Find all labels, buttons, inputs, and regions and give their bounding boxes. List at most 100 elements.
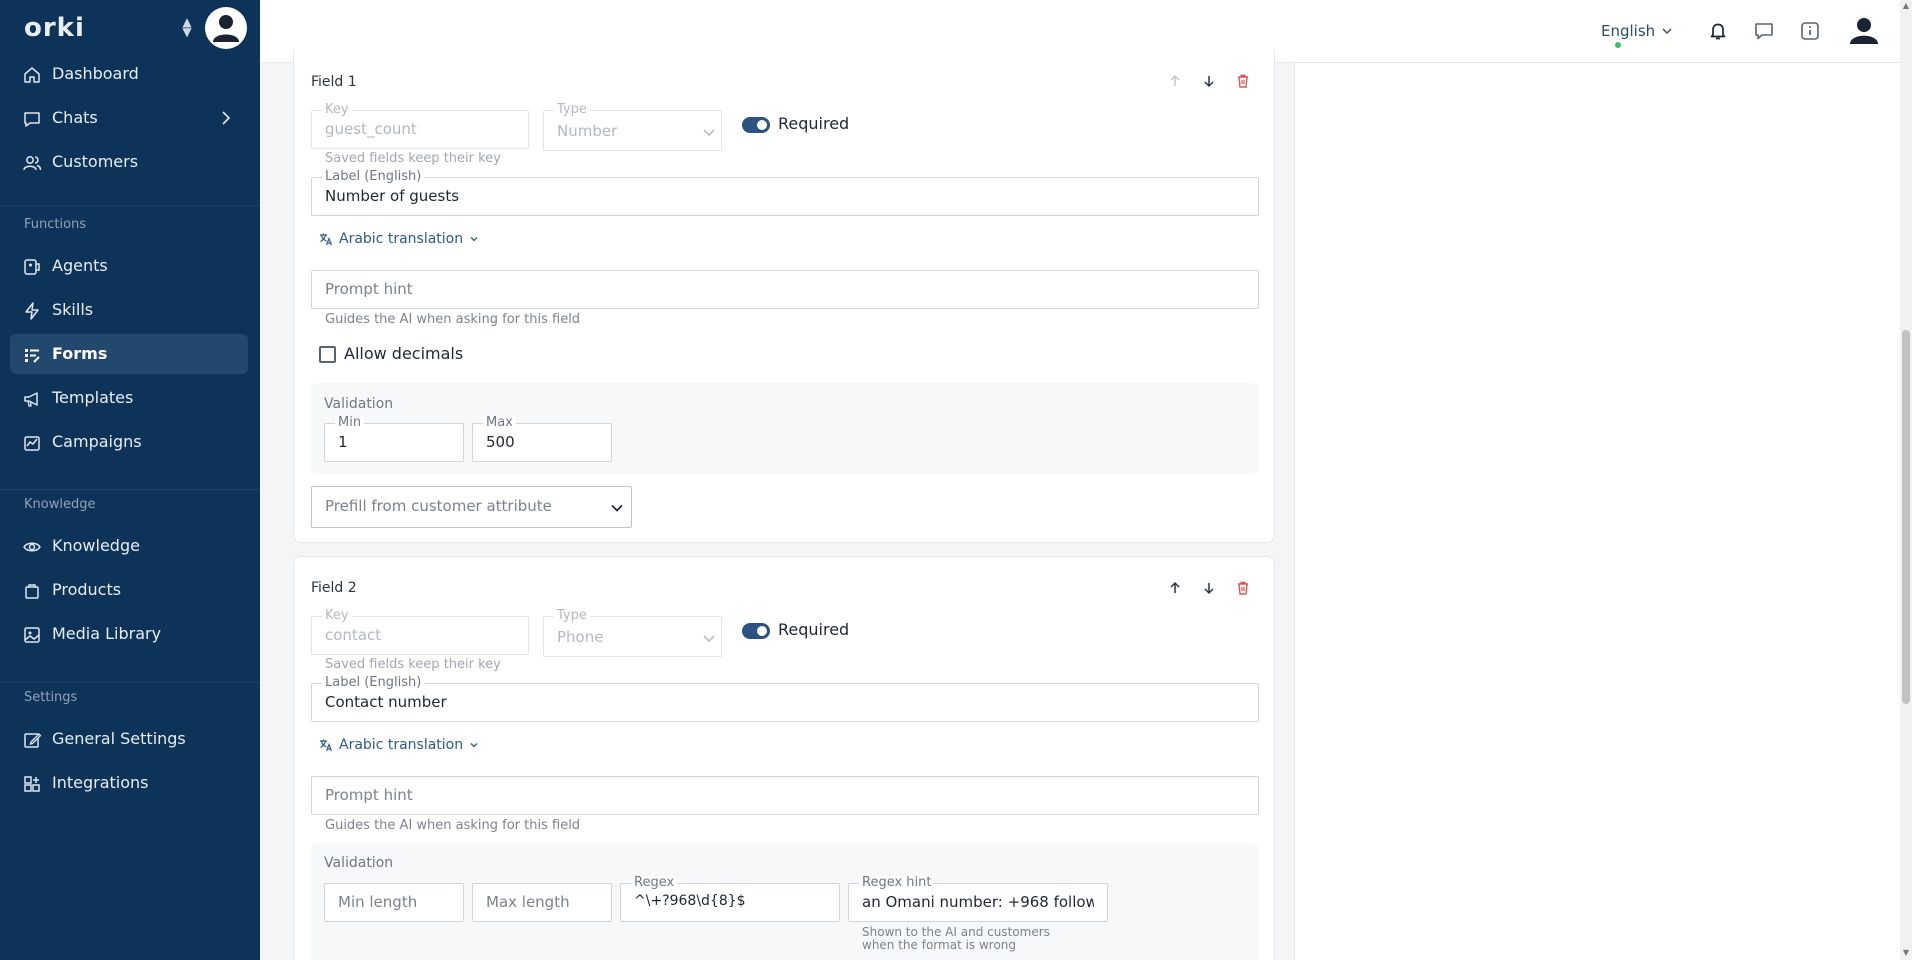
scroll-up-arrow[interactable]: ▲	[1902, 2, 1910, 10]
prompt-hint-field[interactable]: Prompt hint	[311, 270, 1259, 309]
move-down-icon[interactable]	[1200, 72, 1218, 90]
sidebar-item-media-library[interactable]: Media Library	[10, 614, 248, 654]
type-select: Type Number	[543, 103, 722, 151]
scrollbar-thumb[interactable]	[1902, 330, 1910, 704]
sidebar-item-label: Forms	[52, 344, 108, 363]
allow-decimals-checkbox[interactable]	[319, 346, 336, 363]
max-length-placeholder: Max length	[486, 893, 570, 911]
type-value: Phone	[557, 628, 604, 646]
min-length-field[interactable]: Min length	[324, 883, 464, 922]
sidebar-item-label: Chats	[52, 108, 98, 127]
users-icon	[23, 156, 42, 171]
sidebar: orki ▲ ▼ Dashboard Chats Customers Functi…	[0, 0, 260, 960]
sidebar-item-label: Agents	[52, 256, 108, 275]
online-status-dot	[1613, 40, 1623, 50]
regex-field[interactable]: Regex ^\+?968\d{8}$	[620, 876, 840, 922]
language-selector[interactable]: English	[1601, 22, 1673, 40]
sidebar-item-label: Media Library	[52, 624, 162, 643]
regex-hint-helper-line-2: when the format is wrong	[862, 938, 1017, 952]
sidebar-item-products[interactable]: Products	[10, 570, 248, 610]
divider	[0, 682, 260, 683]
move-up-icon[interactable]	[1166, 579, 1184, 597]
arabic-translation-toggle[interactable]: Arabic translation	[319, 231, 479, 247]
label-english-legend: Label (English)	[322, 676, 425, 690]
max-length-field[interactable]: Max length	[472, 883, 612, 922]
key-value: guest_count	[325, 120, 417, 138]
workspace-avatar[interactable]	[205, 7, 247, 49]
language-label: English	[1601, 22, 1656, 40]
field-title: Field 1	[311, 74, 357, 90]
label-english-field[interactable]: Label (English) Number of guests	[311, 170, 1259, 216]
sidebar-item-label: Integrations	[52, 773, 149, 792]
info-icon[interactable]	[1799, 20, 1821, 42]
sidebar-item-forms[interactable]: Forms	[10, 334, 248, 374]
min-field[interactable]: Min 1	[324, 416, 464, 462]
key-field: Key guest_count	[311, 103, 529, 149]
sidebar-item-customers[interactable]: Customers	[10, 142, 248, 182]
workspace-switch-icon[interactable]: ▲ ▼	[180, 16, 194, 39]
sidebar-item-skills[interactable]: Skills	[10, 290, 248, 330]
message-icon[interactable]	[1753, 20, 1775, 42]
chevron-down-icon	[703, 635, 715, 643]
required-toggle[interactable]	[742, 117, 770, 133]
prefill-placeholder: Prefill from customer attribute	[325, 497, 552, 515]
bolt-icon	[25, 302, 39, 320]
max-field[interactable]: Max 500	[472, 416, 612, 462]
prefill-select[interactable]: Prefill from customer attribute	[311, 486, 632, 528]
sidebar-item-label: Campaigns	[52, 432, 142, 451]
required-toggle[interactable]	[742, 623, 770, 639]
user-icon	[213, 15, 239, 42]
label-english-field[interactable]: Label (English) Contact number	[311, 676, 1259, 722]
sidebar-item-label: Dashboard	[52, 64, 139, 83]
sidebar-item-chats[interactable]: Chats	[10, 98, 248, 138]
bell-icon[interactable]	[1707, 20, 1729, 42]
section-label-settings: Settings	[24, 690, 78, 705]
sidebar-item-templates[interactable]: Templates	[10, 378, 248, 418]
validation-section: Validation Min 1 Max 500	[311, 383, 1259, 474]
scroll-down-arrow[interactable]: ▼	[1902, 949, 1910, 957]
validation-title: Validation	[324, 855, 394, 871]
arabic-translation-label: Arabic translation	[339, 231, 464, 247]
label-english-legend: Label (English)	[322, 170, 425, 184]
arabic-translation-toggle[interactable]: Arabic translation	[319, 737, 479, 753]
move-down-icon[interactable]	[1200, 579, 1218, 597]
sidebar-item-label: Products	[52, 580, 122, 599]
label-english-value: Contact number	[325, 693, 447, 711]
sidebar-item-knowledge[interactable]: Knowledge	[10, 526, 248, 566]
sidebar-item-dashboard[interactable]: Dashboard	[10, 54, 248, 94]
sidebar-item-general-settings[interactable]: General Settings	[10, 719, 248, 759]
regex-value: ^\+?968\d{8}$	[634, 893, 746, 909]
sidebar-item-label: Skills	[52, 300, 94, 319]
eye-icon	[23, 542, 41, 552]
grid-icon	[24, 776, 40, 792]
sidebar-item-label: Customers	[52, 152, 139, 171]
regex-hint-label: Regex hint	[859, 876, 935, 890]
prompt-hint-placeholder: Prompt hint	[325, 786, 413, 804]
user-avatar-icon[interactable]	[1845, 12, 1883, 50]
prompt-hint-field[interactable]: Prompt hint	[311, 776, 1259, 815]
min-value: 1	[338, 433, 348, 451]
megaphone-icon	[24, 392, 38, 407]
move-up-icon[interactable]	[1166, 72, 1184, 90]
required-label: Required	[778, 114, 850, 133]
sidebar-item-integrations[interactable]: Integrations	[10, 763, 248, 803]
section-label-knowledge: Knowledge	[24, 497, 96, 512]
regex-hint-field[interactable]: Regex hint an Omani number: +968 followe…	[848, 876, 1108, 922]
min-length-placeholder: Min length	[338, 893, 418, 911]
translate-icon	[320, 739, 333, 752]
chevron-right-icon[interactable]	[218, 110, 234, 126]
translate-icon	[320, 233, 333, 246]
divider	[0, 205, 260, 206]
sidebar-header: orki ▲ ▼	[0, 0, 260, 56]
delete-icon[interactable]	[1234, 579, 1252, 597]
sidebar-item-label: General Settings	[52, 729, 186, 748]
key-label: Key	[322, 609, 352, 623]
app-logo[interactable]: orki	[24, 13, 85, 43]
chevron-down-icon	[703, 129, 715, 137]
delete-icon[interactable]	[1234, 72, 1252, 90]
prompt-hint-helper: Guides the AI when asking for this field	[325, 818, 581, 833]
sidebar-item-agents[interactable]: Agents	[10, 246, 248, 286]
sidebar-item-campaigns[interactable]: Campaigns	[10, 422, 248, 462]
arabic-translation-label: Arabic translation	[339, 737, 464, 753]
min-label: Min	[335, 416, 365, 430]
